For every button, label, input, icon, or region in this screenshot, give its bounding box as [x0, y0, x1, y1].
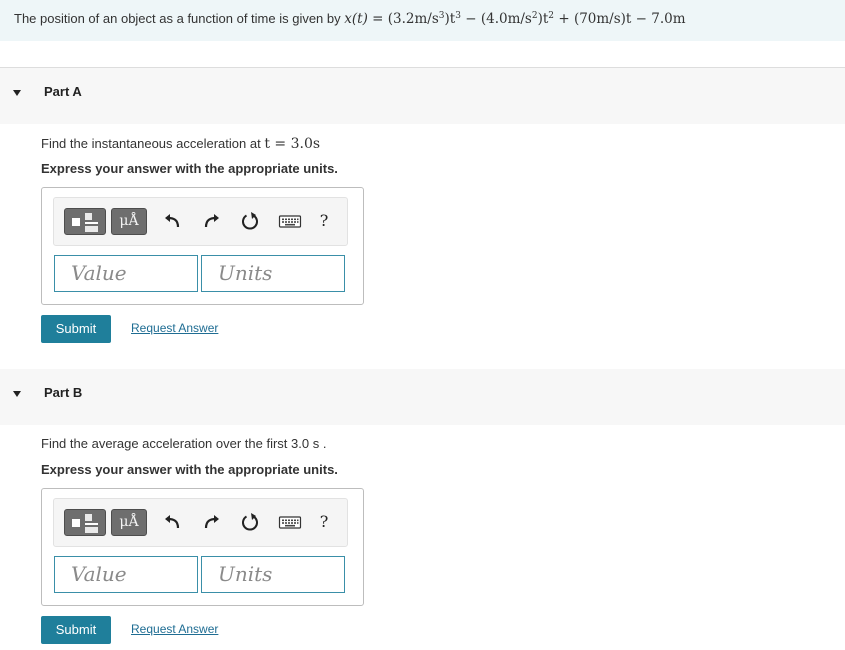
units-button[interactable]: μÅ — [111, 509, 147, 536]
request-answer-link[interactable]: Request Answer — [131, 622, 218, 636]
undo-arrow-icon[interactable] — [162, 511, 184, 533]
reset-icon[interactable] — [239, 511, 261, 533]
help-icon[interactable]: ? — [316, 210, 332, 232]
part-b-header[interactable]: Part B — [0, 369, 845, 425]
redo-arrow-icon[interactable] — [200, 210, 222, 232]
math-toolbar: μÅ ? — [53, 197, 348, 246]
part-a-header[interactable]: Part A — [0, 68, 845, 124]
request-answer-link[interactable]: Request Answer — [131, 321, 218, 335]
part-a-title: Part A — [44, 84, 82, 99]
units-input[interactable]: Units — [201, 556, 345, 593]
part-b-question: Find the average acceleration over the f… — [41, 436, 327, 451]
undo-arrow-icon[interactable] — [162, 210, 184, 232]
help-icon[interactable]: ? — [316, 511, 332, 533]
submit-button[interactable]: Submit — [41, 315, 111, 343]
part-a-question: Find the instantaneous acceleration at t… — [41, 136, 321, 152]
keyboard-icon[interactable] — [278, 210, 302, 232]
math-toolbar: μÅ ? — [53, 498, 348, 547]
part-a-answer-box: μÅ ? Value Units — [41, 187, 364, 305]
part-b-answer-box: μÅ ? Value Units — [41, 488, 364, 606]
value-input[interactable]: Value — [54, 556, 198, 593]
value-input[interactable]: Value — [54, 255, 198, 292]
fraction-template-icon[interactable] — [64, 509, 106, 536]
redo-arrow-icon[interactable] — [200, 511, 222, 533]
keyboard-icon[interactable] — [278, 511, 302, 533]
units-button[interactable]: μÅ — [111, 208, 147, 235]
part-b-instruction: Express your answer with the appropriate… — [41, 462, 338, 477]
submit-button[interactable]: Submit — [41, 616, 111, 644]
part-a-instruction: Express your answer with the appropriate… — [41, 161, 338, 176]
collapse-triangle-icon[interactable] — [13, 391, 21, 397]
reset-icon[interactable] — [239, 210, 261, 232]
part-b-title: Part B — [44, 385, 83, 400]
problem-statement: The position of an object as a function … — [0, 0, 845, 41]
problem-text: The position of an object as a function … — [14, 11, 341, 26]
units-input[interactable]: Units — [201, 255, 345, 292]
position-equation: x(t) = (3.2m/s3)t3 − (4.0m/s2)t2 + (70m/… — [344, 11, 686, 27]
collapse-triangle-icon[interactable] — [13, 90, 21, 96]
fraction-template-icon[interactable] — [64, 208, 106, 235]
